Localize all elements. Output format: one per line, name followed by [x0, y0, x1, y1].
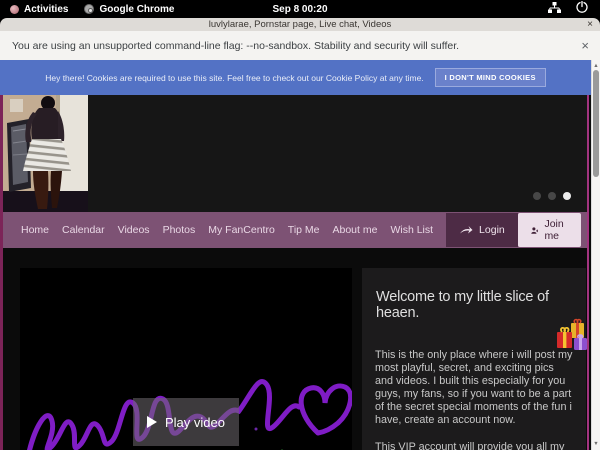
- app-menu-google-chrome[interactable]: Google Chrome: [84, 4, 174, 15]
- nav-item-calendar[interactable]: Calendar: [62, 224, 105, 236]
- welcome-paragraph-1: This is the only place where i will post…: [375, 349, 573, 427]
- carousel-dot-2[interactable]: [548, 192, 556, 200]
- clock[interactable]: Sep 8 00:20: [272, 4, 327, 15]
- join-me-button[interactable]: Join me: [518, 213, 581, 247]
- chrome-icon: [84, 4, 94, 14]
- site-nav: Home Calendar Videos Photos My FanCentro…: [3, 212, 587, 248]
- chrome-infobar: You are using an unsupported command-lin…: [0, 31, 600, 60]
- carousel-dot-3-active[interactable]: [563, 192, 571, 200]
- cookie-banner: Hey there! Cookies are required to use t…: [0, 60, 591, 95]
- nav-item-wish-list[interactable]: Wish List: [390, 224, 433, 236]
- hero-carousel: [3, 95, 587, 212]
- play-video-button[interactable]: Play video: [133, 398, 239, 446]
- hero-photo: [3, 95, 88, 212]
- browser-viewport: Hey there! Cookies are required to use t…: [0, 60, 591, 450]
- scrollbar-thumb[interactable]: [593, 70, 599, 177]
- play-video-label: Play video: [165, 415, 225, 430]
- nav-item-home[interactable]: Home: [21, 224, 49, 236]
- scrollbar-up-icon[interactable]: ▲: [592, 63, 600, 69]
- nav-item-tip-me[interactable]: Tip Me: [288, 224, 320, 236]
- carousel-dots: [533, 192, 571, 200]
- join-me-label: Join me: [544, 218, 568, 242]
- page-title: luvlylarae, Pornstar page, Live chat, Vi…: [209, 19, 392, 30]
- activities-button[interactable]: Activities: [10, 4, 68, 15]
- video-panel: Play video: [20, 268, 352, 450]
- login-button[interactable]: Login: [446, 213, 518, 247]
- browser-title-bar: luvlylarae, Pornstar page, Live chat, Vi…: [0, 18, 600, 31]
- cookie-message: Hey there! Cookies are required to use t…: [45, 73, 423, 83]
- scrollbar-down-icon[interactable]: ▼: [592, 441, 600, 447]
- add-user-icon: [531, 225, 539, 236]
- tab-close-icon[interactable]: ×: [587, 18, 593, 31]
- gifts-icon[interactable]: [555, 317, 591, 353]
- activities-dot-icon: [10, 5, 19, 14]
- welcome-paragraph-2: This VIP account will provide you all my…: [375, 441, 573, 450]
- app-menu-label: Google Chrome: [99, 4, 174, 15]
- nav-item-about-me[interactable]: About me: [333, 224, 378, 236]
- welcome-panel: Welcome to my little slice of heaen. Thi…: [362, 268, 586, 450]
- infobar-close-icon[interactable]: ×: [581, 38, 589, 53]
- network-icon[interactable]: [548, 0, 561, 18]
- login-arrow-icon: [459, 225, 473, 235]
- nav-item-videos[interactable]: Videos: [118, 224, 150, 236]
- power-icon[interactable]: [576, 0, 588, 18]
- page-border: [587, 95, 589, 450]
- site-page: Home Calendar Videos Photos My FanCentro…: [0, 95, 591, 450]
- gnome-top-bar: Activities Google Chrome Sep 8 00:20: [0, 0, 600, 18]
- activities-label: Activities: [24, 4, 68, 15]
- login-label: Login: [479, 224, 505, 236]
- page-scrollbar[interactable]: ▲ ▼: [591, 60, 600, 450]
- infobar-message: You are using an unsupported command-lin…: [12, 40, 459, 52]
- carousel-dot-1[interactable]: [533, 192, 541, 200]
- play-icon: [147, 416, 157, 428]
- welcome-heading: Welcome to my little slice of heaen.: [376, 289, 572, 321]
- accept-cookies-button[interactable]: I DON'T MIND COOKIES: [435, 68, 546, 87]
- nav-item-my-fancentro[interactable]: My FanCentro: [208, 224, 275, 236]
- nav-item-photos[interactable]: Photos: [163, 224, 196, 236]
